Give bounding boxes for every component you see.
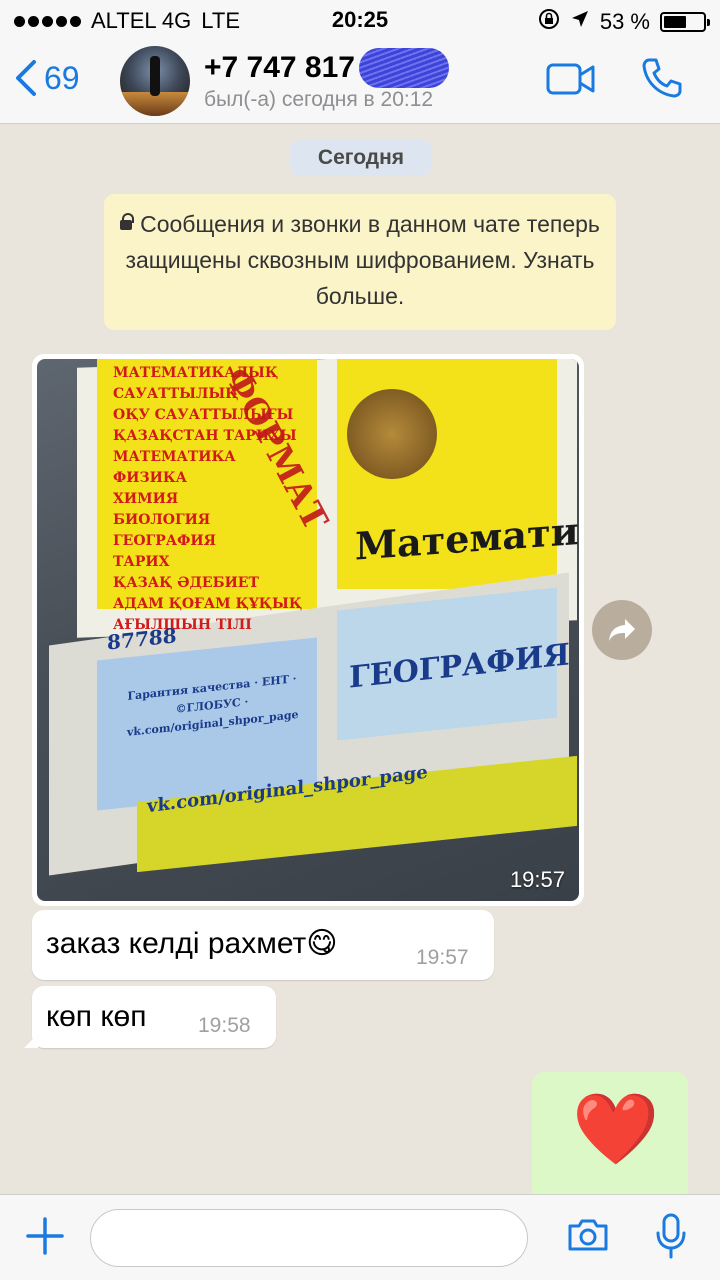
- chevron-left-icon: [16, 60, 36, 96]
- lock-icon: [120, 213, 135, 230]
- status-right: 53 %: [538, 8, 710, 36]
- signal-strength-icon: [14, 15, 81, 27]
- back-button[interactable]: 69: [14, 58, 80, 98]
- message-time: 19:58: [198, 1014, 251, 1037]
- network-label: LTE: [201, 8, 240, 33]
- attach-button[interactable]: [24, 1215, 66, 1262]
- image-message[interactable]: МАТЕМАТИКАЛЫҚ САУАТТЫЛЫҚ ОҚУ САУАТТЫЛЫҒЫ…: [32, 354, 584, 906]
- phone-icon: [642, 58, 682, 98]
- carrier-label: ALTEL 4G: [91, 8, 192, 33]
- unread-count: 69: [44, 59, 80, 96]
- medal-graphic: [347, 389, 437, 479]
- forward-icon: [609, 619, 635, 641]
- status-bar: ALTEL 4G LTE 20:25 53 %: [0, 0, 720, 40]
- contact-name-text: +7 747 817: [204, 51, 355, 84]
- location-arrow-icon: [570, 9, 590, 35]
- camera-button[interactable]: [566, 1217, 610, 1258]
- chat-area[interactable]: Сегодня Сообщения и звонки в данном чате…: [0, 124, 720, 1194]
- last-seen-status: был(-а) сегодня в 20:12: [204, 88, 434, 111]
- photo-books[interactable]: МАТЕМАТИКАЛЫҚ САУАТТЫЛЫҚ ОҚУ САУАТТЫЛЫҒЫ…: [37, 359, 579, 901]
- voice-call-button[interactable]: [640, 56, 684, 105]
- redaction-scribble: [358, 48, 449, 88]
- contact-avatar[interactable]: [120, 46, 190, 116]
- video-camera-icon: [546, 63, 595, 95]
- rotation-lock-icon: [538, 8, 560, 36]
- battery-icon: [660, 12, 710, 32]
- message-text: заказ келді рахмет😋: [46, 927, 338, 960]
- microphone-button[interactable]: [654, 1213, 688, 1264]
- message-input[interactable]: [90, 1209, 528, 1267]
- chat-header: 69 +7 747 817 был(-а) сегодня в 20:12: [0, 40, 720, 124]
- battery-percent: 53 %: [599, 9, 650, 34]
- incoming-message[interactable]: көп көп 19:58: [24, 986, 276, 1048]
- encryption-notice-text: Сообщения и звонки в данном чате теперь …: [125, 211, 600, 309]
- message-time: 19:57: [416, 946, 469, 969]
- input-bar: [0, 1194, 720, 1280]
- plus-icon: [26, 1217, 64, 1255]
- status-left: ALTEL 4G LTE: [14, 8, 240, 34]
- bubble-tail: [24, 1034, 38, 1048]
- heart-emoji: ❤️: [572, 1090, 660, 1168]
- camera-icon: [568, 1219, 608, 1251]
- outgoing-message[interactable]: ❤️: [532, 1072, 688, 1194]
- message-time: 19:57: [509, 867, 565, 892]
- contact-name[interactable]: +7 747 817: [204, 48, 449, 88]
- date-separator: Сегодня: [290, 140, 432, 176]
- video-call-button[interactable]: [546, 62, 596, 101]
- encryption-notice[interactable]: Сообщения и звонки в данном чате теперь …: [104, 194, 616, 330]
- message-text: көп көп: [46, 1000, 147, 1033]
- microphone-icon: [656, 1213, 686, 1259]
- incoming-message[interactable]: заказ келді рахмет😋 19:57: [32, 910, 494, 980]
- forward-button[interactable]: [592, 600, 652, 660]
